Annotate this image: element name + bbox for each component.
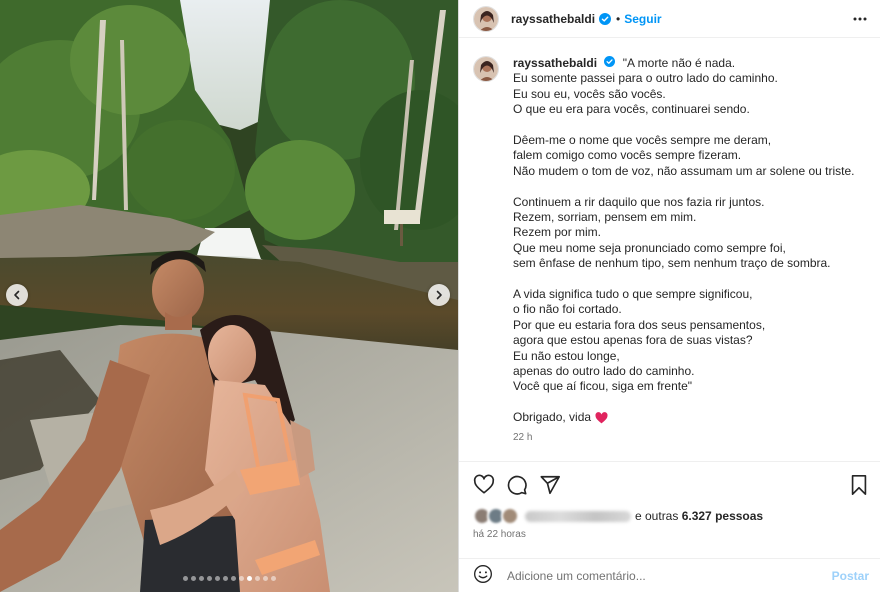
caption-line: apenas do outro lado do caminho. <box>513 364 695 379</box>
share-icon[interactable] <box>539 474 561 499</box>
avatar[interactable] <box>473 5 499 32</box>
photo-scene <box>0 0 458 592</box>
blurred-liker-name <box>525 510 631 522</box>
carousel-dot <box>206 576 212 581</box>
header-separator: • <box>616 11 621 26</box>
caption-line <box>513 395 863 410</box>
comment-bar: Postar <box>459 558 880 592</box>
action-bar <box>473 474 869 498</box>
likes-count[interactable]: 6.327 pessoas <box>682 509 763 523</box>
avatar <box>501 507 519 525</box>
avatar-image <box>474 57 498 81</box>
carousel-dot <box>222 576 228 581</box>
heart-icon[interactable] <box>473 474 495 499</box>
caption-line: Continuem a rir daquilo que nos fazia ri… <box>513 194 765 209</box>
username-link[interactable]: rayssathebaldi <box>511 12 595 26</box>
post-caption: rayssathebaldi "A morte não é nada. Eu s… <box>473 56 873 443</box>
likes-summary[interactable]: e outras 6.327 pessoas <box>473 507 763 525</box>
carousel-dot <box>262 576 268 581</box>
caption-line: Obrigado, vida <box>513 410 592 425</box>
carousel-dot <box>214 576 220 581</box>
instagram-post-dialog: rayssathebaldi • Seguir rayssathebaldi "… <box>0 0 880 592</box>
caption-timestamp: 22 h <box>513 431 533 443</box>
liker-avatars <box>473 507 521 525</box>
caption-line: "A morte não é nada. <box>622 56 736 70</box>
caption-line: sem ênfase de nenhum tipo, sem nenhum tr… <box>513 256 831 271</box>
caption-line: falem comigo como vocês sempre fizeram. <box>513 148 742 163</box>
post-comment-button[interactable]: Postar <box>832 569 869 583</box>
caption-line: Dêem-me o nome que vocês sempre me deram… <box>513 133 772 148</box>
caption-body: rayssathebaldi "A morte não é nada. Eu s… <box>513 56 863 443</box>
caption-line: Não mudem o tom de voz, não assumam um a… <box>513 163 855 178</box>
caption-line: Eu não estou longe, <box>513 348 620 363</box>
carousel-indicator <box>0 576 458 581</box>
caption-closing: Obrigado, vida <box>513 410 863 425</box>
verified-badge-icon <box>599 12 612 25</box>
caption-line <box>513 179 863 194</box>
caption-line: o fio não foi cortado. <box>513 302 622 317</box>
caption-line: A vida significa tudo o que sempre signi… <box>513 287 753 302</box>
caption-line: agora que estou apenas fora de suas vist… <box>513 333 753 348</box>
caption-avatar[interactable] <box>473 56 499 82</box>
next-photo-button[interactable] <box>428 284 450 306</box>
caption-line: Eu somente passei para o outro lado do c… <box>513 71 778 86</box>
caption-line: Você que aí ficou, siga em frente" <box>513 379 693 394</box>
avatar-image <box>474 6 498 31</box>
caption-line: O que eu era para vocês, continuarei sen… <box>513 102 750 117</box>
caption-line: Por que eu estaria fora dos seus pensame… <box>513 317 766 332</box>
bookmark-icon[interactable] <box>849 474 869 499</box>
likes-suffix: e outras <box>635 509 679 523</box>
carousel-dot <box>246 576 252 581</box>
caption-line: Rezem por mim. <box>513 225 602 240</box>
carousel-dot <box>190 576 196 581</box>
caption-line <box>513 118 863 133</box>
divider <box>459 461 880 462</box>
caption-line: Rezem, sorriam, pensem em mim. <box>513 210 697 225</box>
more-options-icon[interactable] <box>853 12 867 29</box>
post-photo[interactable] <box>0 0 458 592</box>
comment-input[interactable] <box>507 568 807 583</box>
likes-text: e outras 6.327 pessoas <box>635 509 763 523</box>
comment-icon[interactable] <box>506 474 528 499</box>
previous-photo-button[interactable] <box>6 284 28 306</box>
verified-badge-icon <box>604 56 616 67</box>
carousel-dot <box>254 576 260 581</box>
carousel-dot <box>198 576 204 581</box>
red-heart-emoji-icon <box>595 412 608 424</box>
caption-username[interactable]: rayssathebaldi <box>513 56 597 70</box>
post-details-panel: rayssathebaldi • Seguir rayssathebaldi "… <box>458 0 880 592</box>
carousel-dot <box>182 576 188 581</box>
caption-line: Eu sou eu, vocês são vocês. <box>513 86 666 101</box>
caption-line: Que meu nome seja pronunciado como sempr… <box>513 240 786 255</box>
carousel-dot <box>230 576 236 581</box>
follow-button[interactable]: Seguir <box>624 12 661 26</box>
emoji-icon[interactable] <box>473 564 493 587</box>
post-timestamp: há 22 horas <box>473 529 526 540</box>
caption-line <box>513 272 863 287</box>
post-header: rayssathebaldi • Seguir <box>459 0 880 38</box>
chevron-left-icon <box>14 290 20 300</box>
carousel-dot <box>238 576 244 581</box>
chevron-right-icon <box>436 290 442 300</box>
carousel-dot <box>270 576 276 581</box>
